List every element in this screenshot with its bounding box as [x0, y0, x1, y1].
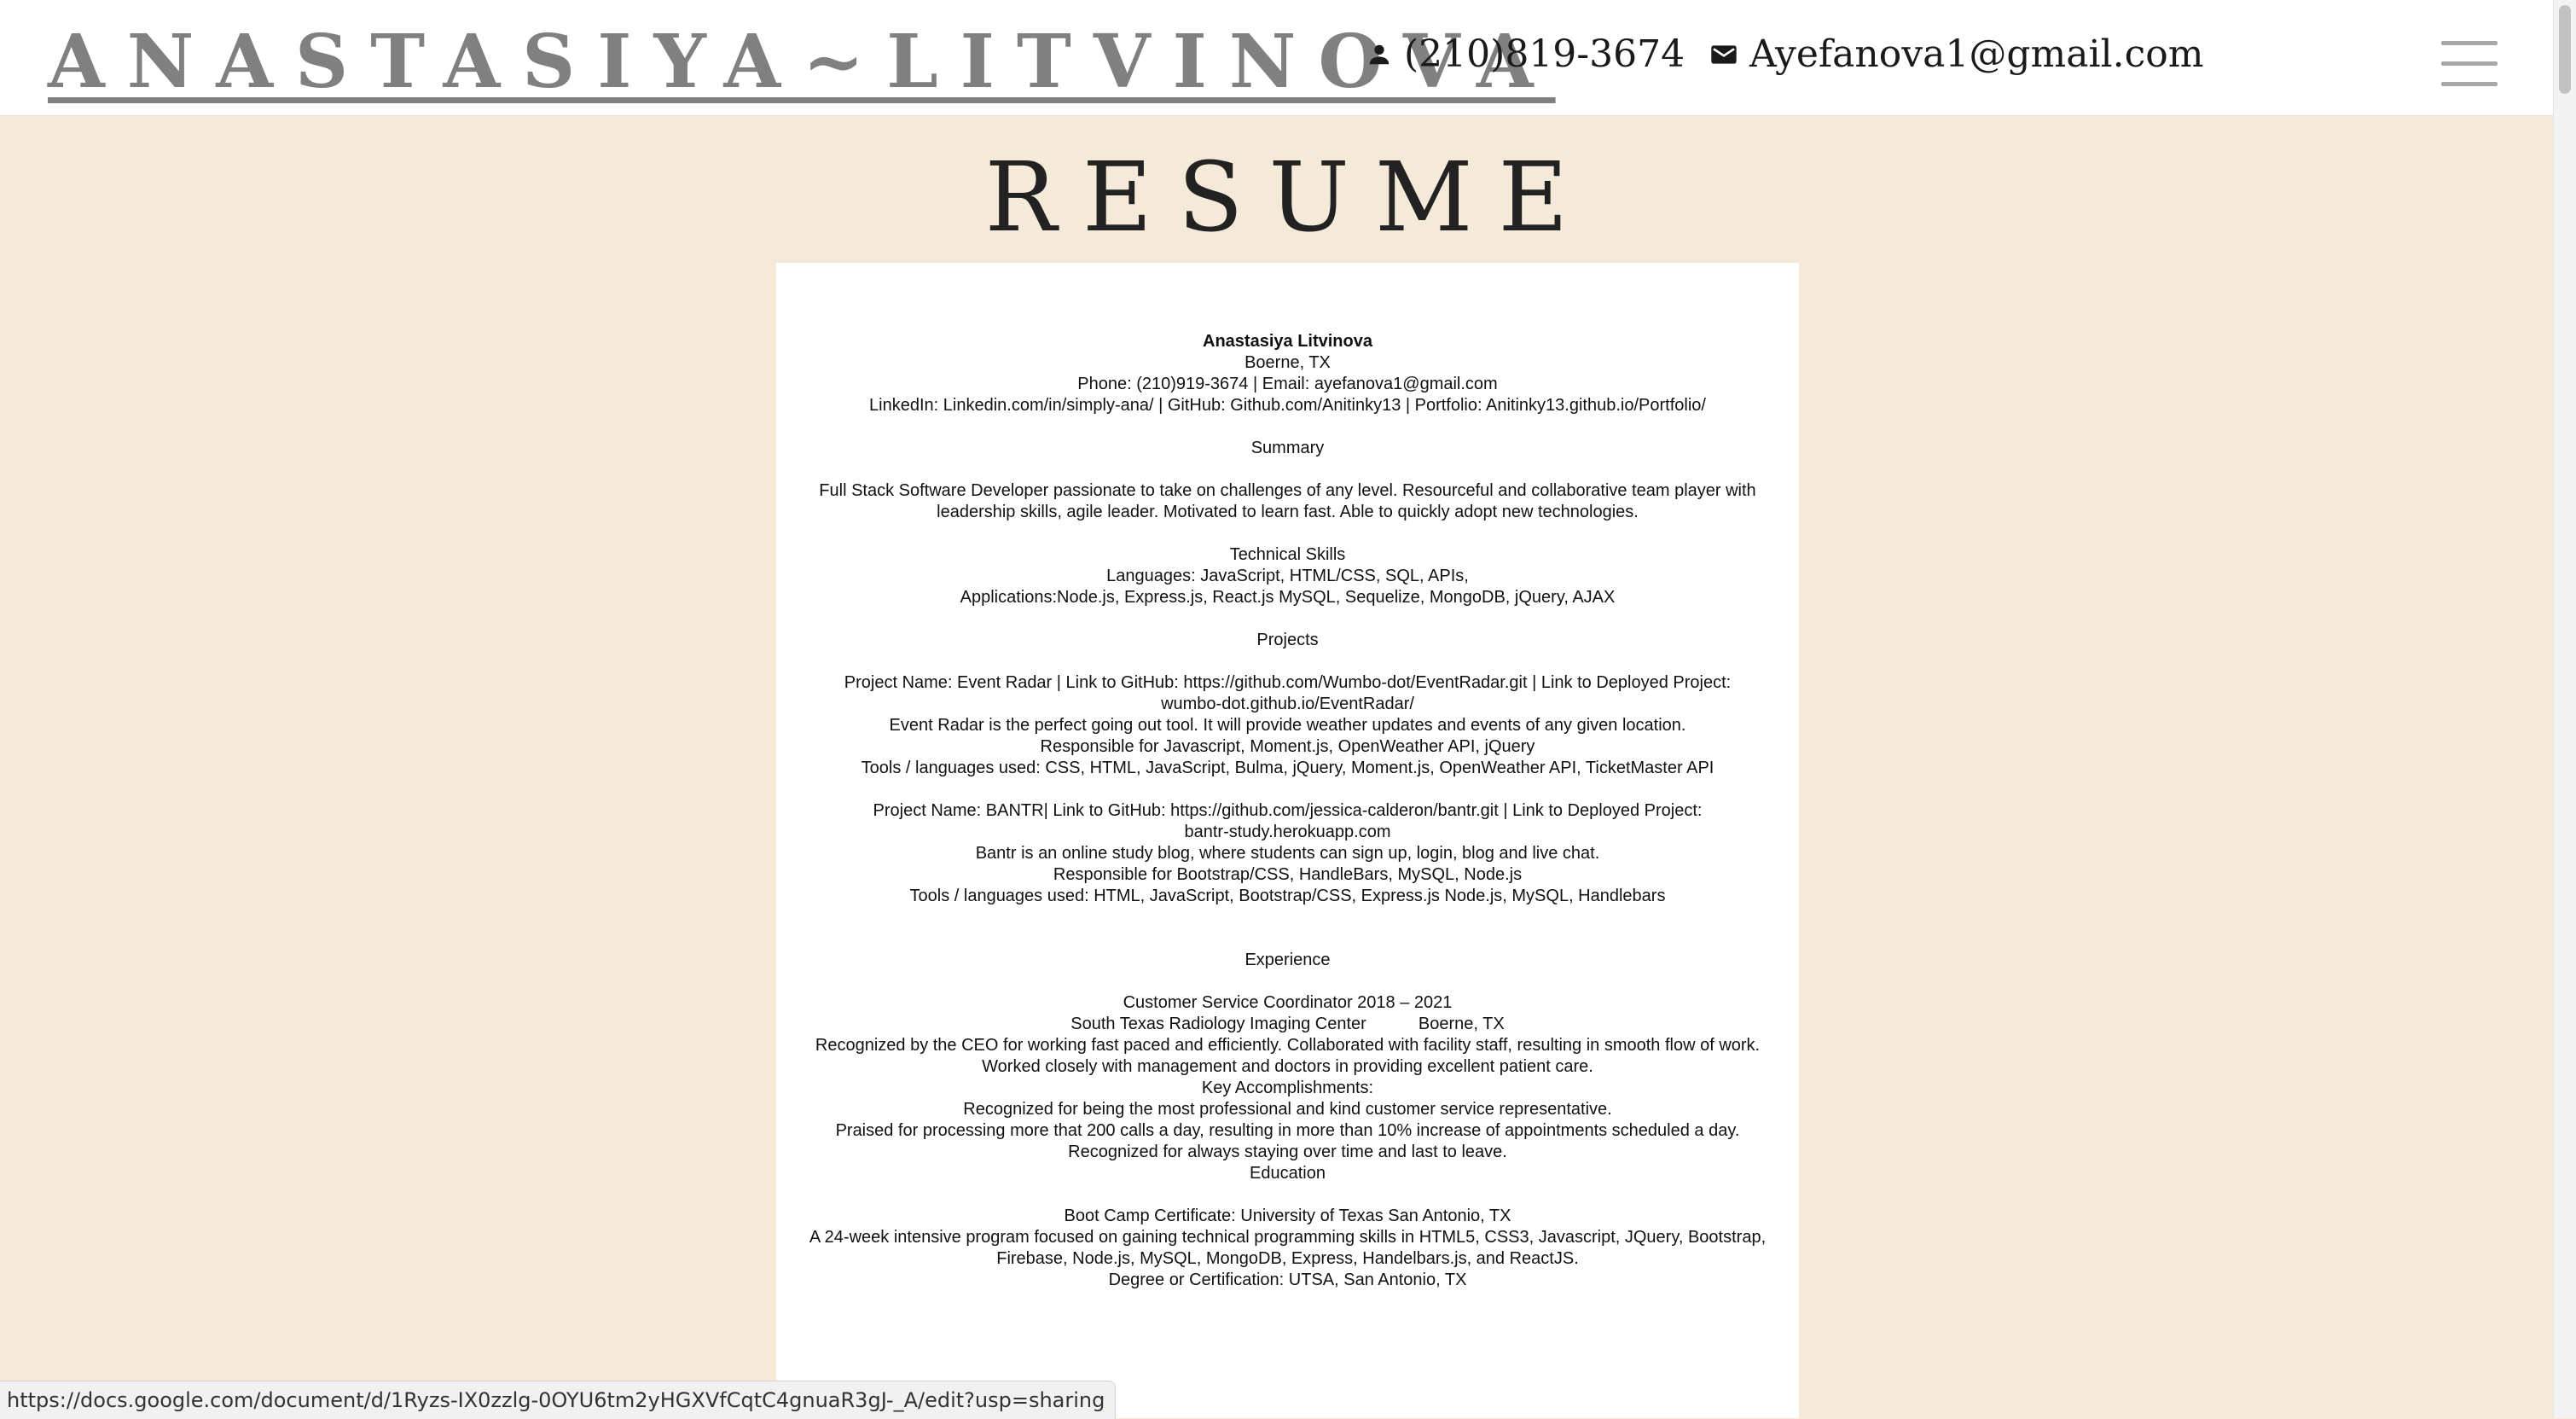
brand-link[interactable]: ANASTASIYA~LITVINOVA: [48, 15, 1556, 109]
project2-tools: Tools / languages used: HTML, JavaScript…: [909, 887, 1666, 905]
top-navbar: ANASTASIYA~LITVINOVA (210)819-3674 Ayefa…: [0, 0, 2553, 116]
project2-title: Project Name: BANTR| Link to GitHub: htt…: [873, 801, 1703, 820]
project2-description: Bantr is an online study blog, where stu…: [975, 844, 1600, 863]
job-title: Customer Service Coordinator 2018 – 2021: [1123, 993, 1453, 1012]
email-contact[interactable]: Ayefanova1@gmail.com: [1710, 32, 2203, 76]
menu-bar: [2441, 41, 2498, 45]
resume-document-frame[interactable]: Anastasiya Litvinova Boerne, TX Phone: (…: [776, 263, 1799, 1418]
accomplishment-item: Recognized for being the most profession…: [963, 1100, 1612, 1119]
project1-tools: Tools / languages used: CSS, HTML, JavaS…: [861, 759, 1714, 777]
skills-languages: Languages: JavaScript, HTML/CSS, SQL, AP…: [1106, 567, 1469, 585]
summary-text: Full Stack Software Developer passionate…: [819, 481, 1756, 521]
hamburger-menu-icon[interactable]: [2441, 41, 2498, 86]
summary-heading: Summary: [1250, 439, 1325, 457]
project1-responsibilities: Responsible for Javascript, Moment.js, O…: [1040, 737, 1535, 756]
skills-applications: Applications:Node.js, Express.js, React.…: [960, 588, 1616, 607]
menu-bar: [2441, 82, 2498, 86]
menu-bar: [2441, 61, 2498, 66]
phone-number: (210)819-3674: [1404, 32, 1685, 76]
project1-url: wumbo-dot.github.io/EventRadar/: [1161, 695, 1414, 713]
resume-links: LinkedIn: Linkedin.com/in/simply-ana/ | …: [869, 396, 1706, 415]
accomplishment-item: Recognized for always staying over time …: [1068, 1143, 1507, 1161]
mail-icon: [1711, 44, 1737, 64]
project1-description: Event Radar is the perfect going out too…: [889, 716, 1686, 735]
projects-heading: Projects: [1256, 631, 1319, 649]
project2-url: bantr-study.herokuapp.com: [1184, 823, 1391, 841]
education-degree: Degree or Certification: UTSA, San Anton…: [1108, 1271, 1467, 1289]
page-title: RESUME: [984, 142, 1594, 253]
person-icon: [1369, 44, 1390, 64]
resume-name: Anastasiya Litvinova: [1203, 332, 1372, 351]
resume-contact: Phone: (210)919-3674 | Email: ayefanova1…: [1077, 375, 1498, 393]
resume-document: Anastasiya Litvinova Boerne, TX Phone: (…: [776, 331, 1799, 1291]
job-company: South Texas Radiology Imaging Center Boe…: [1070, 1015, 1505, 1033]
scrollbar-thumb[interactable]: [2559, 5, 2571, 94]
project1-title: Project Name: Event Radar | Link to GitH…: [844, 673, 1732, 692]
accomplishments-heading: Key Accomplishments:: [1201, 1079, 1374, 1097]
resume-location: Boerne, TX: [1244, 353, 1331, 372]
page-scrollbar[interactable]: [2553, 0, 2576, 1418]
phone-contact[interactable]: (210)819-3674: [1366, 32, 1685, 76]
education-description: A 24-week intensive program focused on g…: [809, 1228, 1767, 1268]
skills-heading: Technical Skills: [1229, 545, 1346, 564]
accomplishment-item: Praised for processing more that 200 cal…: [835, 1121, 1740, 1140]
education-certificate: Boot Camp Certificate: University of Tex…: [1064, 1207, 1511, 1225]
education-heading: Education: [1250, 1164, 1326, 1183]
project2-responsibilities: Responsible for Bootstrap/CSS, HandleBar…: [1053, 865, 1523, 884]
link-status-bar: https://docs.google.com/document/d/1Ryzs…: [0, 1381, 1117, 1419]
experience-heading: Experience: [1244, 951, 1331, 969]
job-description: Recognized by the CEO for working fast p…: [815, 1036, 1761, 1076]
email-address: Ayefanova1@gmail.com: [1749, 32, 2204, 76]
